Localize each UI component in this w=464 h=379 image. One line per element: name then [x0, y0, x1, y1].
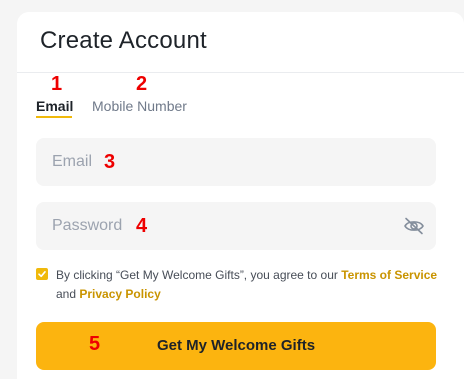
privacy-policy-link[interactable]: Privacy Policy — [79, 287, 160, 301]
annotation-marker-4: 4 — [136, 215, 148, 237]
password-input[interactable] — [36, 202, 376, 250]
annotation-marker-1: 1 — [51, 73, 63, 95]
active-tab-indicator — [36, 116, 72, 118]
tab-email[interactable]: Email — [36, 96, 73, 116]
agree-checkbox[interactable] — [36, 268, 48, 280]
annotation-marker-5: 5 — [89, 333, 101, 355]
annotation-marker-2: 2 — [136, 73, 148, 95]
password-field-container — [36, 202, 436, 250]
eye-off-icon[interactable] — [403, 216, 425, 236]
create-account-card: Create Account Email Mobile Number By cl… — [17, 12, 464, 379]
check-icon — [38, 271, 46, 278]
agreement-and: and — [56, 287, 77, 301]
email-field-container — [36, 138, 436, 186]
email-input[interactable] — [36, 138, 376, 186]
annotation-marker-3: 3 — [104, 151, 116, 173]
agreement-lead: By clicking “Get My Welcome Gifts”, you … — [56, 268, 338, 282]
terms-of-service-link[interactable]: Terms of Service — [341, 268, 437, 282]
tab-mobile-number[interactable]: Mobile Number — [92, 96, 187, 116]
agreement-text: By clicking “Get My Welcome Gifts”, you … — [56, 266, 446, 304]
page-title: Create Account — [40, 27, 207, 54]
header-divider — [17, 72, 464, 73]
